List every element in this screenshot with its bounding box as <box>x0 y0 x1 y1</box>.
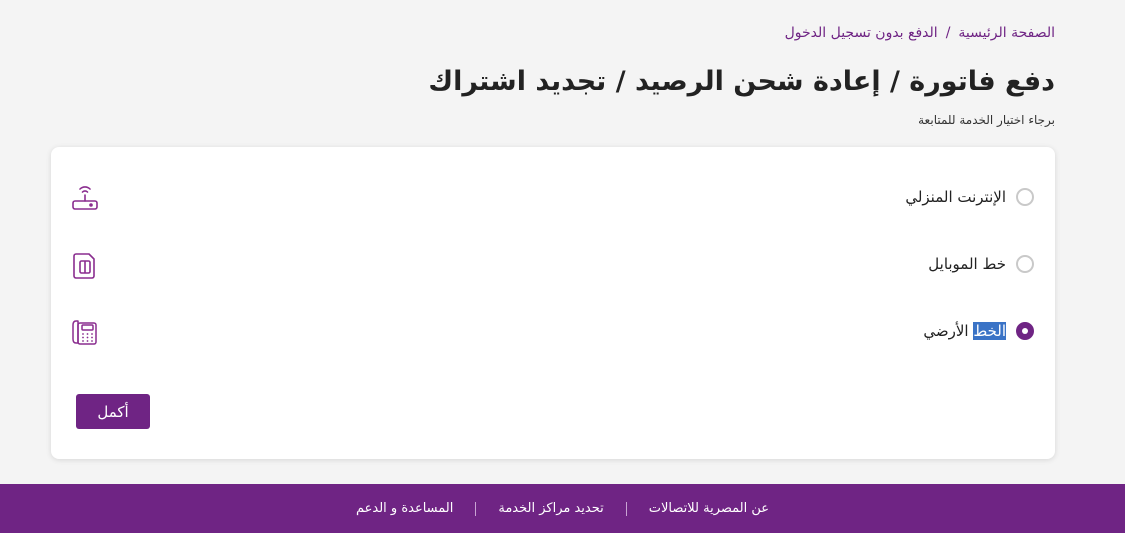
sim-card-icon <box>73 253 95 279</box>
footer: عن المصرية للاتصالات تحديد مراكز الخدمة … <box>0 484 1125 533</box>
option-label-rest: الأرضي <box>923 322 974 340</box>
breadcrumb-home-link[interactable]: الصفحة الرئيسية <box>958 25 1055 41</box>
breadcrumb-current: الدفع بدون تسجيل الدخول <box>784 25 938 41</box>
option-label: خط الموبايل <box>928 255 1006 273</box>
radio-mobile-line[interactable] <box>1016 255 1034 273</box>
footer-locate-link[interactable]: تحديد مراكز الخدمة <box>476 501 625 516</box>
page-title: دفع فاتورة / إعادة شحن الرصيد / تجديد اش… <box>428 66 1055 97</box>
service-selection-card: الإنترنت المنزلي خط الموبايل الخط الأرضي… <box>51 147 1055 459</box>
page: الصفحة الرئيسية / الدفع بدون تسجيل الدخو… <box>0 0 1125 533</box>
breadcrumb-separator: / <box>945 25 951 41</box>
router-icon <box>72 186 98 210</box>
option-mobile-line[interactable]: خط الموبايل <box>51 244 1034 284</box>
continue-button[interactable]: أكمل <box>76 394 150 429</box>
option-landline[interactable]: الخط الأرضي <box>51 311 1034 351</box>
footer-about-link[interactable]: عن المصرية للاتصالات <box>627 501 791 516</box>
radio-landline[interactable] <box>1016 322 1034 340</box>
option-home-internet[interactable]: الإنترنت المنزلي <box>51 177 1034 217</box>
option-label: الخط الأرضي <box>923 322 1006 340</box>
breadcrumb: الصفحة الرئيسية / الدفع بدون تسجيل الدخو… <box>785 25 1055 41</box>
radio-home-internet[interactable] <box>1016 188 1034 206</box>
footer-help-link[interactable]: المساعدة و الدعم <box>334 501 475 516</box>
footer-divider <box>475 501 477 516</box>
landline-phone-icon <box>72 320 97 345</box>
page-subtitle: برجاء اختيار الخدمة للمتابعة <box>918 113 1055 127</box>
option-label-highlight: الخط <box>973 322 1006 340</box>
footer-divider <box>625 501 627 516</box>
option-label: الإنترنت المنزلي <box>905 188 1006 206</box>
